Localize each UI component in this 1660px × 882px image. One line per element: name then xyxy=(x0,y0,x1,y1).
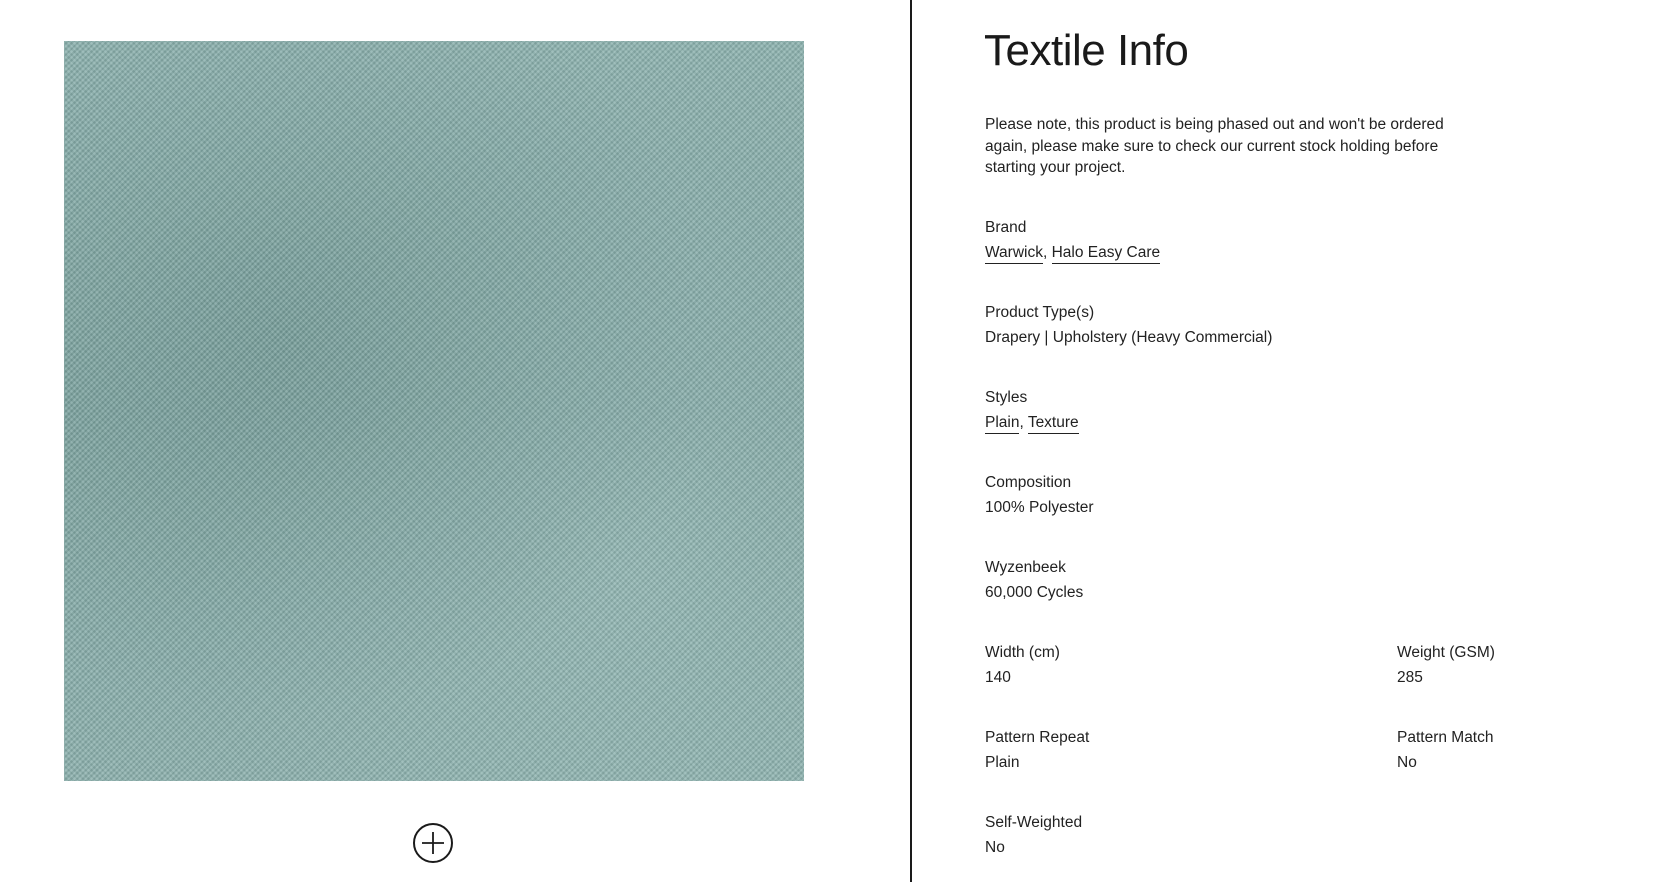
style-link-texture[interactable]: Texture xyxy=(1027,414,1079,434)
brand-link-warwick[interactable]: Warwick xyxy=(985,244,1043,264)
width-field: Width (cm) 140 xyxy=(985,644,1060,687)
brand-field: Brand Warwick, Halo Easy Care xyxy=(985,219,1161,264)
weight-label: Weight (GSM) xyxy=(1397,644,1495,661)
composition-field: Composition 100% Polyester xyxy=(985,474,1094,517)
pattern-match-value: No xyxy=(1397,754,1417,771)
wyzenbeek-label: Wyzenbeek xyxy=(985,559,1066,576)
styles-value: Plain, Texture xyxy=(985,414,1079,434)
self-weighted-label: Self-Weighted xyxy=(985,814,1083,831)
weight-value: 285 xyxy=(1397,669,1423,686)
width-label: Width (cm) xyxy=(985,644,1060,661)
product-page: Textile Info Please note, this product i… xyxy=(0,0,1660,882)
product-types-label: Product Type(s) xyxy=(985,304,1095,321)
styles-label: Styles xyxy=(985,389,1028,406)
brand-link-halo-easy-care[interactable]: Halo Easy Care xyxy=(1051,244,1161,264)
pattern-match-label: Pattern Match xyxy=(1397,729,1494,746)
wyzenbeek-value: 60,000 Cycles xyxy=(985,584,1084,601)
pattern-match-field: Pattern Match No xyxy=(1397,729,1494,772)
width-value: 140 xyxy=(985,669,1011,686)
zoom-button[interactable] xyxy=(413,823,453,863)
product-types-field: Product Type(s) Drapery | Upholstery (He… xyxy=(985,304,1272,347)
weight-field: Weight (GSM) 285 xyxy=(1397,644,1495,687)
self-weighted-field: Self-Weighted No xyxy=(985,814,1082,857)
pattern-repeat-label: Pattern Repeat xyxy=(985,729,1090,746)
self-weighted-value: No xyxy=(985,839,1005,856)
info-panel: Textile Info Please note, this product i… xyxy=(912,0,1660,882)
wyzenbeek-field: Wyzenbeek 60,000 Cycles xyxy=(985,559,1083,602)
styles-field: Styles Plain, Texture xyxy=(985,389,1079,434)
styles-separator: , xyxy=(1019,414,1024,431)
product-types-value: Drapery | Upholstery (Heavy Commercial) xyxy=(985,329,1273,346)
pattern-repeat-value: Plain xyxy=(985,754,1020,771)
brand-separator: , xyxy=(1042,244,1048,261)
composition-value: 100% Polyester xyxy=(985,499,1094,516)
fabric-swatch-image[interactable] xyxy=(64,41,804,781)
composition-label: Composition xyxy=(985,474,1072,491)
page-title: Textile Info xyxy=(984,26,1189,75)
plus-circle-icon xyxy=(422,832,444,854)
pattern-repeat-field: Pattern Repeat Plain xyxy=(985,729,1089,772)
discontinued-notice: Please note, this product is being phase… xyxy=(985,116,1444,176)
brand-label: Brand xyxy=(985,219,1027,236)
brand-value: Warwick, Halo Easy Care xyxy=(985,244,1161,264)
image-panel xyxy=(0,0,912,882)
style-link-plain[interactable]: Plain xyxy=(985,414,1020,434)
